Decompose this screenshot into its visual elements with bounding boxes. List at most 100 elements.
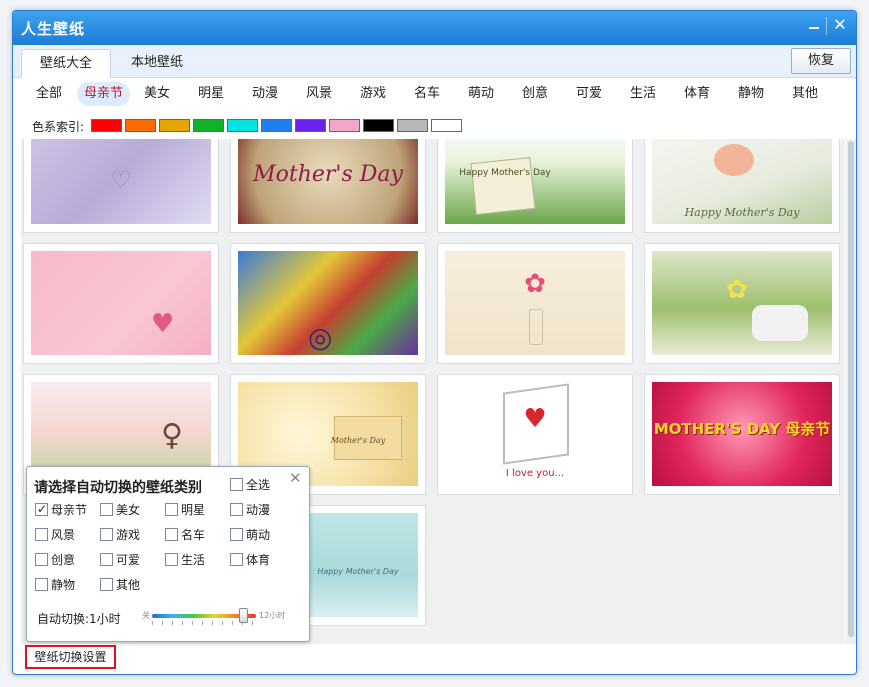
option-games[interactable]: 游戏 xyxy=(100,527,140,545)
wallpaper-thumb[interactable]: Happy Mother's Day xyxy=(437,139,633,233)
wallpaper-caption: MOTHER'S DAY 母亲节 xyxy=(653,420,831,438)
category-sports[interactable]: 体育 xyxy=(677,82,717,106)
wallpaper-caption: Happy Mother's Day xyxy=(459,168,551,178)
option-still-life[interactable]: 静物 xyxy=(35,577,75,595)
girl-figure-icon: ♀ xyxy=(161,418,183,453)
color-swatch-orange[interactable] xyxy=(125,119,156,132)
wallpaper-thumb[interactable]: ♥ xyxy=(23,243,219,364)
wallpaper-image: ♥ xyxy=(31,251,211,355)
scrollbar[interactable] xyxy=(846,139,856,644)
interval-slider-knob[interactable] xyxy=(239,608,249,623)
option-cute-motion[interactable]: 萌动 xyxy=(230,527,270,545)
wallpaper-image: Happy Mother's Day xyxy=(445,139,625,224)
checkbox[interactable] xyxy=(35,578,48,591)
mother-child-figure-icon: ♡ xyxy=(110,166,132,194)
wallpaper-switch-settings-button[interactable]: 壁纸切换设置 xyxy=(25,645,116,669)
option-stars[interactable]: 明星 xyxy=(165,502,205,520)
checkbox[interactable] xyxy=(35,553,48,566)
wallpaper-thumb[interactable]: ✿ xyxy=(437,243,633,364)
checkbox[interactable] xyxy=(35,528,48,541)
popup-close-icon[interactable]: ✕ xyxy=(289,469,302,487)
option-anime[interactable]: 动漫 xyxy=(230,502,270,520)
wallpaper-image: Happy Mother's Day xyxy=(652,139,832,224)
option-creative[interactable]: 创意 xyxy=(35,552,75,570)
category-life[interactable]: 生活 xyxy=(623,82,663,106)
checkbox[interactable] xyxy=(100,578,113,591)
wallpaper-thumb[interactable]: Mother's Day xyxy=(230,139,426,233)
title-bar[interactable]: 人生壁纸 ✕ xyxy=(13,11,856,45)
checkbox[interactable] xyxy=(230,503,243,516)
color-swatch-yellow[interactable] xyxy=(159,119,190,132)
color-swatch-purple[interactable] xyxy=(295,119,326,132)
tab-strip: 壁纸大全 本地壁纸 恢复 xyxy=(13,45,856,78)
wallpaper-thumb[interactable]: ✿ xyxy=(644,243,840,364)
close-button[interactable]: ✕ xyxy=(829,15,851,37)
category-lovely[interactable]: 可爱 xyxy=(569,82,609,106)
wallpaper-thumb[interactable]: Happy Mother's Day xyxy=(644,139,840,233)
wallpaper-image: ♥ I love you... xyxy=(445,382,625,486)
popup-title: 请选择自动切换的壁纸类别 xyxy=(34,480,202,496)
auto-switch-popup: 请选择自动切换的壁纸类别 ✕ 全选 母亲节 美女 明星 动漫 风景 游戏 名车 … xyxy=(26,466,310,642)
category-mothers-day[interactable]: 母亲节 xyxy=(77,82,131,106)
color-swatch-white[interactable] xyxy=(431,119,462,132)
option-cars[interactable]: 名车 xyxy=(165,527,205,545)
wallpaper-caption: Mother's Day xyxy=(330,436,386,445)
option-sports[interactable]: 体育 xyxy=(230,552,270,570)
slider-min-label: 关 xyxy=(142,611,150,620)
window-title: 人生壁纸 xyxy=(21,20,86,38)
tab-wallpaper-all[interactable]: 壁纸大全 xyxy=(21,49,111,78)
wallpaper-thumb[interactable]: MOTHER'S DAY 母亲节 xyxy=(644,374,840,495)
option-scenery[interactable]: 风景 xyxy=(35,527,75,545)
color-swatch-black[interactable] xyxy=(363,119,394,132)
option-lovely[interactable]: 可爱 xyxy=(100,552,140,570)
option-other[interactable]: 其他 xyxy=(100,577,140,595)
category-scenery[interactable]: 风景 xyxy=(299,82,339,106)
color-swatch-blue[interactable] xyxy=(261,119,292,132)
checkbox[interactable] xyxy=(230,528,243,541)
option-mothers-day[interactable]: 母亲节 xyxy=(35,501,87,520)
color-swatch-pink[interactable] xyxy=(329,119,360,132)
checkbox[interactable] xyxy=(100,528,113,541)
color-swatch-green[interactable] xyxy=(193,119,224,132)
checkbox[interactable] xyxy=(35,501,48,517)
minimize-button[interactable] xyxy=(803,15,825,37)
color-swatch-red[interactable] xyxy=(91,119,122,132)
wallpaper-caption: I love you... xyxy=(505,468,565,479)
checkbox[interactable] xyxy=(165,528,178,541)
vase-shape xyxy=(529,309,543,345)
category-anime[interactable]: 动漫 xyxy=(245,82,285,106)
wallpaper-caption: Mother's Day xyxy=(253,162,403,187)
category-cute-motion[interactable]: 萌动 xyxy=(461,82,501,106)
wallpaper-thumb[interactable]: ♡ xyxy=(23,139,219,233)
color-index-bar: 色系索引: xyxy=(13,115,856,137)
checkbox[interactable] xyxy=(165,503,178,516)
tab-local-wallpaper[interactable]: 本地壁纸 xyxy=(117,49,197,78)
yellow-flower-icon: ✿ xyxy=(726,275,748,305)
category-other[interactable]: 其他 xyxy=(785,82,825,106)
category-still-life[interactable]: 静物 xyxy=(731,82,771,106)
checkbox[interactable] xyxy=(230,553,243,566)
wallpaper-thumb[interactable]: ◎ xyxy=(230,243,426,364)
category-cars[interactable]: 名车 xyxy=(407,82,447,106)
checkbox[interactable] xyxy=(230,478,243,491)
scrollbar-thumb[interactable] xyxy=(848,141,854,637)
checkbox[interactable] xyxy=(165,553,178,566)
checkbox[interactable] xyxy=(100,503,113,516)
checkbox[interactable] xyxy=(100,553,113,566)
category-all[interactable]: 全部 xyxy=(29,82,69,106)
heart-icon: ♥ xyxy=(523,404,547,434)
category-creative[interactable]: 创意 xyxy=(515,82,555,106)
wallpaper-thumb[interactable]: ♥ I love you... xyxy=(437,374,633,495)
option-select-all[interactable]: 全选 xyxy=(230,477,270,495)
category-beauty[interactable]: 美女 xyxy=(137,82,177,106)
restore-button[interactable]: 恢复 xyxy=(791,48,851,74)
auto-switch-label: 自动切换:1小时 xyxy=(37,612,121,626)
wallpaper-image: Mother's Day xyxy=(238,139,418,224)
color-swatch-gray[interactable] xyxy=(397,119,428,132)
color-swatch-cyan[interactable] xyxy=(227,119,258,132)
option-life[interactable]: 生活 xyxy=(165,552,205,570)
category-games[interactable]: 游戏 xyxy=(353,82,393,106)
option-beauty[interactable]: 美女 xyxy=(100,502,140,520)
wallpaper-image: ✿ xyxy=(445,251,625,355)
category-stars[interactable]: 明星 xyxy=(191,82,231,106)
